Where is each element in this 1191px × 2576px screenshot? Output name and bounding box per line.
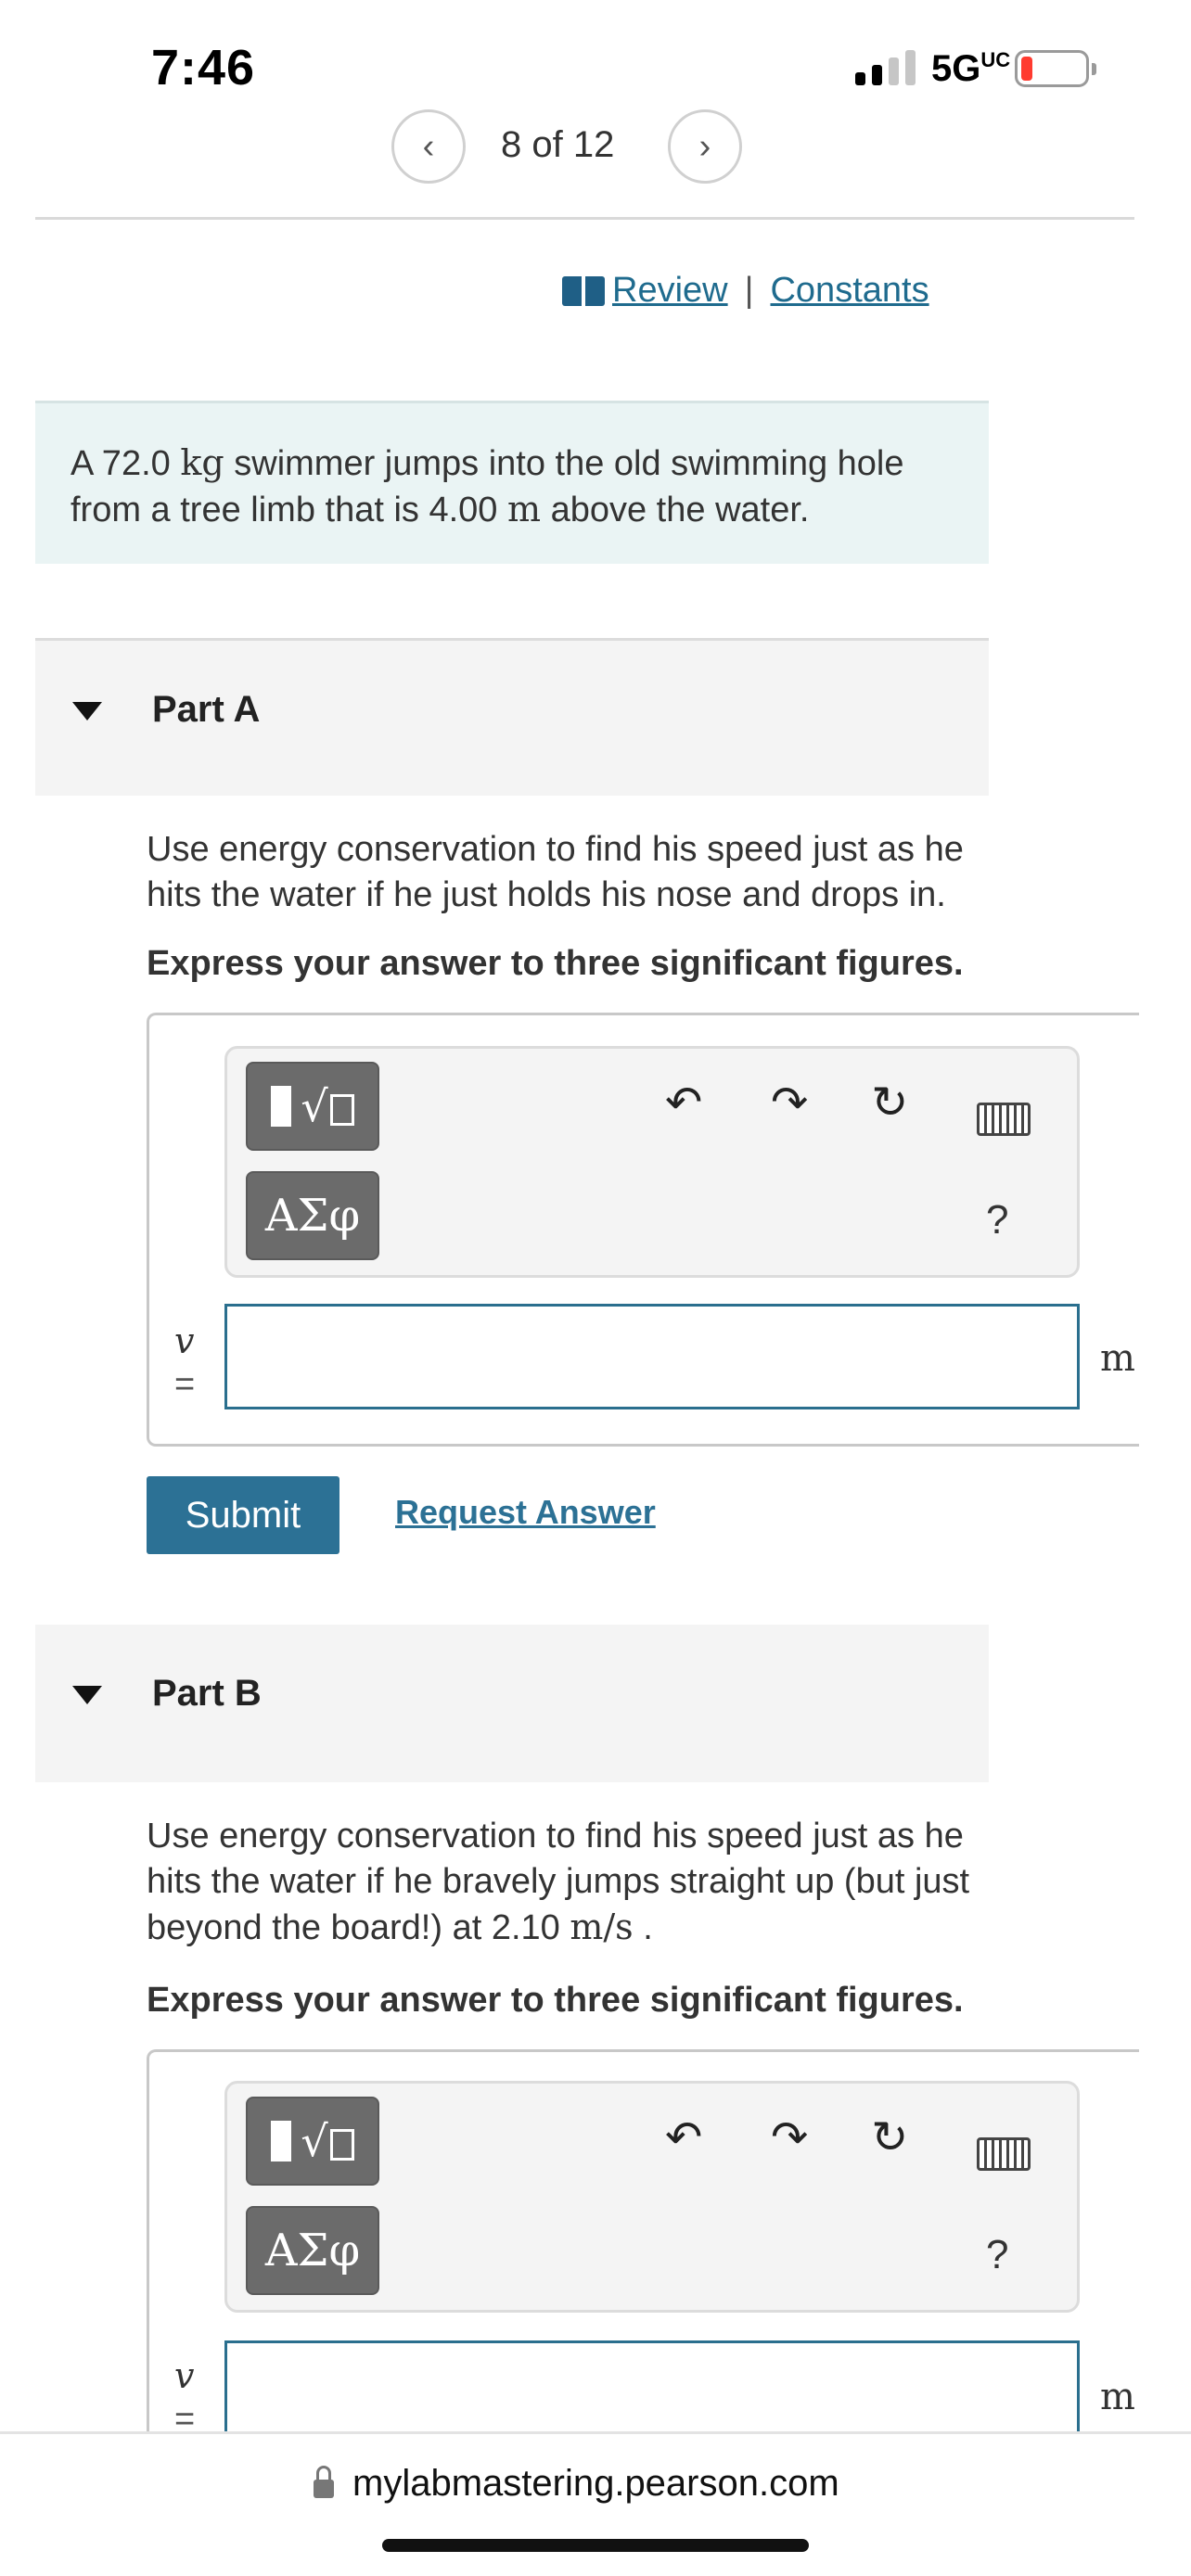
templates-button[interactable]: √ bbox=[246, 1062, 379, 1151]
book-icon bbox=[562, 275, 605, 306]
part-a-equals: = bbox=[174, 1365, 196, 1404]
chevron-left-icon: ‹ bbox=[422, 126, 435, 166]
status-time: 7:46 bbox=[151, 40, 256, 96]
template-square-icon bbox=[271, 2121, 292, 2162]
part-a-title: Part A bbox=[152, 689, 261, 730]
greek-symbols-button[interactable]: ΑΣφ bbox=[246, 2206, 379, 2295]
part-a-answer-input[interactable] bbox=[224, 1304, 1080, 1409]
part-b-unit: m bbox=[1100, 2376, 1135, 2418]
collapse-triangle-icon bbox=[72, 1686, 102, 1704]
part-a-variable: v bbox=[174, 1320, 195, 1361]
part-a-instruction: Express your answer to three significant… bbox=[147, 944, 964, 983]
square-root-icon: √ bbox=[301, 2116, 354, 2166]
reset-icon[interactable]: ↻ bbox=[871, 2111, 908, 2163]
chevron-right-icon: › bbox=[698, 126, 711, 166]
battery-icon bbox=[1015, 50, 1089, 87]
home-indicator[interactable] bbox=[382, 2539, 809, 2552]
link-separator: | bbox=[744, 271, 754, 310]
submit-button[interactable]: Submit bbox=[147, 1476, 339, 1554]
lock-icon bbox=[314, 2465, 334, 2498]
part-b-header[interactable]: Part B bbox=[35, 1625, 989, 1782]
pager-position: 8 of 12 bbox=[501, 124, 615, 165]
undo-icon[interactable]: ↶ bbox=[665, 2111, 702, 2163]
square-root-icon: √ bbox=[301, 1081, 354, 1131]
part-a-header[interactable]: Part A bbox=[35, 638, 989, 796]
redo-icon[interactable]: ↷ bbox=[771, 2111, 808, 2163]
review-link[interactable]: Review bbox=[612, 271, 728, 311]
template-square-icon bbox=[271, 1086, 292, 1127]
battery-nub bbox=[1092, 63, 1096, 75]
undo-icon[interactable]: ↶ bbox=[665, 1077, 702, 1129]
redo-icon[interactable]: ↷ bbox=[771, 1077, 808, 1129]
greek-symbols-button[interactable]: ΑΣφ bbox=[246, 1171, 379, 1260]
address-bar[interactable]: mylabmastering.pearson.com bbox=[314, 2463, 839, 2505]
signal-strength-icon bbox=[855, 48, 916, 85]
part-a-question: Use energy conservation to find his spee… bbox=[147, 830, 964, 914]
part-b-answer-input[interactable] bbox=[224, 2340, 1080, 2446]
part-b-instruction: Express your answer to three significant… bbox=[147, 1981, 964, 2020]
url-text: mylabmastering.pearson.com bbox=[352, 2463, 839, 2504]
part-a-unit: m bbox=[1100, 1337, 1135, 1380]
templates-button[interactable]: √ bbox=[246, 2097, 379, 2186]
problem-statement: A 72.0 kg swimmer jumps into the old swi… bbox=[35, 401, 989, 564]
next-item-button[interactable]: › bbox=[668, 109, 742, 184]
network-indicator: 5GUC bbox=[931, 48, 1011, 89]
help-button[interactable]: ? bbox=[986, 1197, 1008, 1243]
part-b-variable: v bbox=[174, 2355, 195, 2396]
request-answer-link[interactable]: Request Answer bbox=[395, 1493, 656, 1532]
reset-icon[interactable]: ↻ bbox=[871, 1077, 908, 1129]
keyboard-icon[interactable] bbox=[977, 2137, 1031, 2171]
resource-links: Review | Constants bbox=[562, 271, 929, 311]
previous-item-button[interactable]: ‹ bbox=[391, 109, 466, 184]
collapse-triangle-icon bbox=[72, 702, 102, 721]
divider bbox=[35, 217, 1134, 220]
help-button[interactable]: ? bbox=[986, 2232, 1008, 2278]
keyboard-icon[interactable] bbox=[977, 1103, 1031, 1136]
part-a-math-toolbar: √ ΑΣφ ↶ ↷ ↻ ? bbox=[224, 1046, 1080, 1278]
part-b-question: Use energy conservation to find his spee… bbox=[147, 1817, 970, 1947]
part-b-title: Part B bbox=[152, 1673, 262, 1714]
part-b-math-toolbar: √ ΑΣφ ↶ ↷ ↻ ? bbox=[224, 2081, 1080, 2313]
constants-link[interactable]: Constants bbox=[770, 271, 928, 311]
